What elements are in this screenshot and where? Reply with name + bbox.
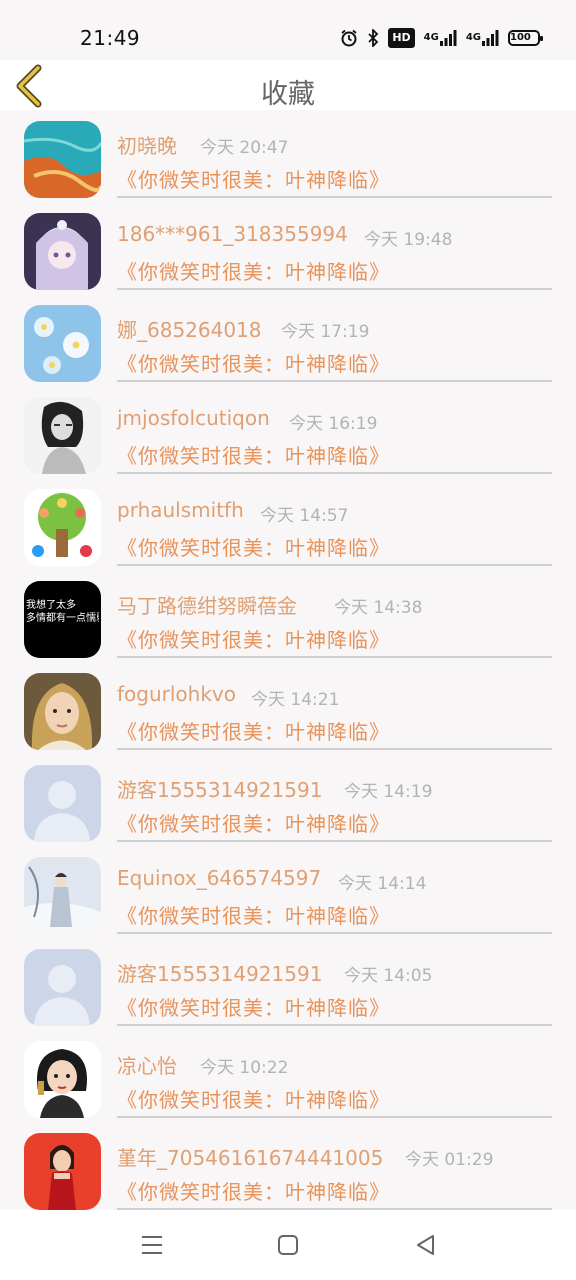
book-title[interactable]: 《你微笑时很美：叶神降临》 [117, 716, 390, 745]
book-title[interactable]: 《你微笑时很美：叶神降临》 [117, 808, 390, 837]
timestamp: 今天 14:21 [251, 690, 340, 710]
list-item[interactable]: 堇年_70546161674441005 今天 01:29 《你微笑时很美：叶神… [0, 1126, 576, 1210]
timestamp: 今天 01:29 [405, 1150, 494, 1170]
user-name: fogurlohkvo [117, 682, 236, 706]
user-name: 堇年_70546161674441005 [117, 1146, 384, 1170]
hd-icon: HD [388, 28, 415, 48]
book-title[interactable]: 《你微笑时很美：叶神降临》 [117, 532, 390, 561]
list-item[interactable]: 186***961_318355994 今天 19:48 《你微笑时很美：叶神降… [0, 206, 576, 298]
page-title: 收藏 [261, 79, 315, 110]
avatar[interactable] [24, 857, 101, 934]
list-item[interactable]: Equinox_646574597 今天 14:14 《你微笑时很美：叶神降临》 [0, 850, 576, 942]
app-header: 收藏 [0, 60, 576, 110]
timestamp: 今天 14:57 [260, 506, 349, 526]
list-item[interactable]: fogurlohkvo 今天 14:21 《你微笑时很美：叶神降临》 [0, 666, 576, 758]
divider [117, 1024, 552, 1026]
avatar[interactable] [24, 305, 101, 382]
divider [117, 840, 552, 842]
avatar[interactable] [24, 765, 101, 842]
book-title[interactable]: 《你微笑时很美：叶神降临》 [117, 900, 390, 929]
list-item[interactable]: 游客1555314921591 今天 14:05 《你微笑时很美：叶神降临》 [0, 942, 576, 1034]
avatar-caption: 我想了太多 [26, 600, 76, 611]
back-triangle-icon [417, 1235, 434, 1255]
user-name: 游客1555314921591 [117, 962, 323, 986]
user-name: prhaulsmitfh [117, 498, 244, 522]
signal-icon: 4G [466, 28, 499, 48]
divider [117, 656, 552, 658]
battery-icon: 100 [508, 30, 543, 46]
timestamp: 今天 17:19 [281, 322, 370, 342]
status-icons: HD 4G 4G 100 [340, 28, 543, 48]
avatar[interactable]: 我想了太多 多情都有一点懦弱 [24, 581, 101, 658]
divider [117, 932, 552, 934]
list-item[interactable]: prhaulsmitfh 今天 14:57 《你微笑时很美：叶神降临》 [0, 482, 576, 574]
user-name: Equinox_646574597 [117, 866, 322, 890]
avatar[interactable] [24, 949, 101, 1026]
network-type-label: 4G [423, 32, 439, 43]
timestamp: 今天 14:14 [338, 874, 427, 894]
signal-icon: 4G [424, 28, 457, 48]
divider [117, 288, 552, 290]
list-item[interactable]: jmjosfolcutiqon 今天 16:19 《你微笑时很美：叶神降临》 [0, 390, 576, 482]
avatar[interactable] [24, 213, 101, 290]
avatar[interactable] [24, 1133, 101, 1210]
timestamp: 今天 14:19 [344, 782, 433, 802]
timestamp: 今天 16:19 [289, 414, 378, 434]
list-item[interactable]: 初晓晚 今天 20:47 《你微笑时很美：叶神降临》 [0, 114, 576, 206]
avatar-caption: 多情都有一点懦弱 [26, 613, 99, 624]
divider [117, 748, 552, 750]
user-name: 186***961_318355994 [117, 222, 348, 246]
back-nav-button[interactable] [413, 1232, 439, 1258]
book-title[interactable]: 《你微笑时很美：叶神降临》 [117, 348, 390, 377]
book-title[interactable]: 《你微笑时很美：叶神降临》 [117, 992, 390, 1021]
home-icon [278, 1235, 298, 1255]
book-title[interactable]: 《你微笑时很美：叶神降临》 [117, 624, 390, 653]
user-name: 凉心怡 [117, 1054, 177, 1078]
favorites-list[interactable]: 初晓晚 今天 20:47 《你微笑时很美：叶神降临》 186***961_318… [0, 110, 576, 1210]
menu-button[interactable] [139, 1232, 165, 1258]
status-bar: 21:49 HD 4G 4G 100 [0, 0, 576, 60]
list-item[interactable]: 凉心怡 今天 10:22 《你微笑时很美：叶神降临》 [0, 1034, 576, 1126]
alarm-icon [340, 28, 358, 48]
network-type-label: 4G [465, 32, 481, 43]
user-name: 初晓晚 [117, 134, 177, 158]
book-title[interactable]: 《你微笑时很美：叶神降临》 [117, 440, 390, 469]
system-nav-bar [0, 1210, 576, 1280]
timestamp: 今天 14:05 [344, 966, 433, 986]
avatar[interactable] [24, 673, 101, 750]
user-name: jmjosfolcutiqon [117, 406, 270, 430]
avatar[interactable] [24, 397, 101, 474]
book-title[interactable]: 《你微笑时很美：叶神降临》 [117, 1084, 390, 1113]
divider [117, 472, 552, 474]
avatar[interactable] [24, 121, 101, 198]
list-item[interactable]: 娜_685264018 今天 17:19 《你微笑时很美：叶神降临》 [0, 298, 576, 390]
divider [117, 196, 552, 198]
timestamp: 今天 19:48 [364, 230, 453, 250]
timestamp: 今天 20:47 [200, 138, 289, 158]
list-item[interactable]: 我想了太多 多情都有一点懦弱 马丁路德绀努瞬蓓金 今天 14:38 《你微笑时很… [0, 574, 576, 666]
book-title[interactable]: 《你微笑时很美：叶神降临》 [117, 164, 390, 193]
divider [117, 380, 552, 382]
divider [117, 1116, 552, 1118]
book-title[interactable]: 《你微笑时很美：叶神降临》 [117, 256, 390, 285]
divider [117, 564, 552, 566]
status-time: 21:49 [80, 26, 141, 50]
home-button[interactable] [275, 1232, 301, 1258]
book-title[interactable]: 《你微笑时很美：叶神降临》 [117, 1176, 390, 1205]
avatar[interactable] [24, 1041, 101, 1118]
user-name: 娜_685264018 [117, 318, 262, 342]
user-name: 马丁路德绀努瞬蓓金 [117, 594, 297, 618]
avatar[interactable] [24, 489, 101, 566]
bluetooth-icon [367, 28, 379, 48]
timestamp: 今天 10:22 [200, 1058, 289, 1078]
list-item[interactable]: 游客1555314921591 今天 14:19 《你微笑时很美：叶神降临》 [0, 758, 576, 850]
user-name: 游客1555314921591 [117, 778, 323, 802]
timestamp: 今天 14:38 [334, 598, 423, 618]
menu-icon [142, 1236, 162, 1254]
